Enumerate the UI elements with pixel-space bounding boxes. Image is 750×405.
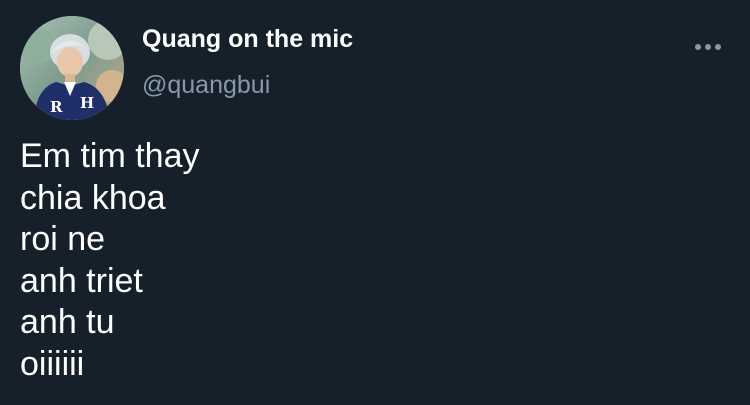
tweet-text-line: Em tim thay bbox=[20, 137, 200, 175]
tweet-text-line: anh triet bbox=[20, 261, 143, 300]
profile-photo: R H bbox=[20, 16, 124, 120]
author-handle[interactable]: @quangbui bbox=[142, 69, 270, 101]
tweet-card: R H Quang on the mic @quangbui Em tim th… bbox=[0, 0, 750, 405]
tweet-text-line: roi ne bbox=[20, 220, 106, 258]
tweet-text-line: chia khoa bbox=[20, 178, 166, 217]
tweet-text-line: oiiiiii bbox=[20, 344, 85, 383]
author-display-name[interactable]: Quang on the mic bbox=[142, 22, 353, 56]
more-options-button[interactable] bbox=[692, 36, 724, 58]
tweet-text: Em tim thay chia khoa roi ne anh triet a… bbox=[20, 136, 199, 385]
more-horizontal-icon bbox=[695, 44, 721, 50]
tweet-text-line: anh tu bbox=[20, 303, 115, 341]
avatar[interactable]: R H bbox=[20, 16, 124, 120]
svg-text:H: H bbox=[80, 94, 94, 112]
svg-text:R: R bbox=[50, 98, 63, 116]
